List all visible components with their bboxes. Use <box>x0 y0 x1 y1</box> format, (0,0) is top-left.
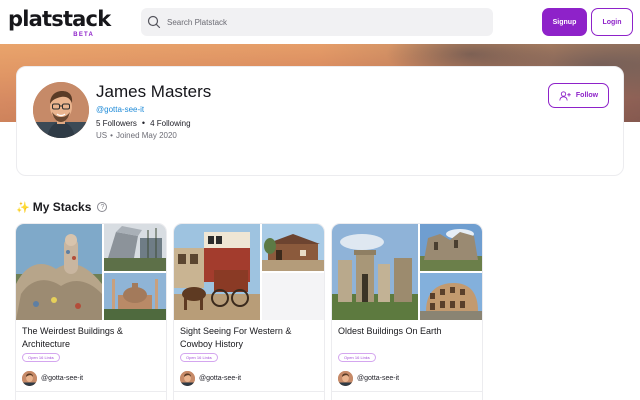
stack-image-tertiary <box>104 273 166 320</box>
profile-card: James Masters @gotta-see-it 5 Followers … <box>16 66 624 176</box>
stack-card[interactable]: Sight Seeing For Western & Cowboy Histor… <box>174 224 324 400</box>
bullet-separator: • <box>110 131 113 140</box>
stack-card[interactable]: The Weirdest Buildings & Architecture Op… <box>16 224 166 400</box>
stack-images <box>174 224 324 320</box>
profile-country: US <box>96 131 108 140</box>
stack-image-main <box>16 224 102 320</box>
profile-meta: US • Joined May 2020 <box>96 131 177 140</box>
stack-title[interactable]: Sight Seeing For Western & Cowboy Histor… <box>180 325 318 351</box>
profile-name: James Masters <box>96 82 212 101</box>
top-bar: platstack BETA Signup Login <box>0 0 640 44</box>
beta-badge: BETA <box>73 32 94 38</box>
search-input[interactable] <box>167 17 467 27</box>
profile-joined: Joined May 2020 <box>115 131 177 140</box>
stack-card[interactable]: Oldest Buildings On Earth Open 16 Links … <box>332 224 482 400</box>
signup-button[interactable]: Signup <box>542 8 587 36</box>
avatar <box>338 371 353 386</box>
stack-image-tertiary <box>420 273 482 320</box>
help-icon[interactable]: ? <box>97 202 108 212</box>
divider <box>332 391 482 392</box>
owner-handle[interactable]: @gotta-see-it <box>357 375 399 382</box>
search-bar[interactable] <box>141 8 493 36</box>
owner-handle[interactable]: @gotta-see-it <box>41 375 83 382</box>
link-count-badge[interactable]: Open 16 Links <box>22 353 60 362</box>
stack-title[interactable]: Oldest Buildings On Earth <box>338 325 476 338</box>
divider <box>16 391 166 392</box>
stack-image-main <box>174 224 260 320</box>
add-user-icon <box>559 90 576 101</box>
link-count-badge[interactable]: Open 16 Links <box>338 353 376 362</box>
stack-images <box>332 224 482 320</box>
platstack-logo[interactable]: platstack BETA <box>8 7 111 38</box>
stack-image-secondary <box>420 224 482 271</box>
stack-image-main <box>332 224 418 320</box>
follow-label: Follow <box>575 92 599 99</box>
login-button[interactable]: Login <box>591 8 633 36</box>
stack-title[interactable]: The Weirdest Buildings & Architecture <box>22 325 160 351</box>
stack-image-secondary <box>104 224 166 271</box>
section-title: My Stacks <box>32 200 92 214</box>
follow-button[interactable]: Follow <box>548 83 609 108</box>
profile-handle[interactable]: @gotta-see-it <box>96 105 144 114</box>
avatar <box>33 82 89 138</box>
bullet-separator: • <box>141 118 146 128</box>
avatar <box>180 371 195 386</box>
logo-wordmark: platstack <box>8 7 111 31</box>
divider <box>174 391 324 392</box>
follow-stats: 5 Followers • 4 Following <box>96 118 191 128</box>
owner-handle[interactable]: @gotta-see-it <box>199 375 241 382</box>
search-icon <box>147 15 167 29</box>
my-stacks-heading: ✨ My Stacks ? <box>16 200 108 214</box>
sparkle-icon: ✨ <box>16 201 30 214</box>
link-count-badge[interactable]: Open 16 Links <box>180 353 218 362</box>
stack-image-tertiary <box>262 273 324 320</box>
stack-owner[interactable]: @gotta-see-it <box>338 371 399 386</box>
following-count[interactable]: 4 Following <box>150 119 190 128</box>
stack-image-secondary <box>262 224 324 271</box>
stack-owner[interactable]: @gotta-see-it <box>180 371 241 386</box>
followers-count[interactable]: 5 Followers <box>96 119 137 128</box>
stack-owner[interactable]: @gotta-see-it <box>22 371 83 386</box>
avatar <box>22 371 37 386</box>
stack-images <box>16 224 166 320</box>
